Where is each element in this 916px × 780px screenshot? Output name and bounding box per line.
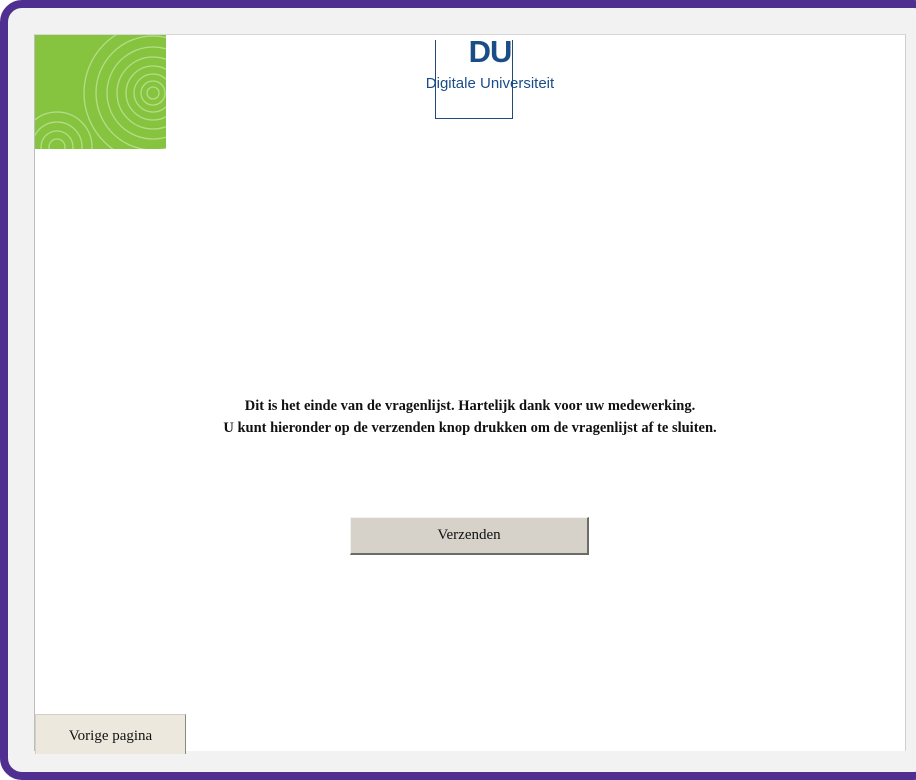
- survey-panel: DU Digitale Universiteit Dit is het eind…: [34, 34, 906, 754]
- logo-name: Digitale Universiteit: [425, 75, 555, 92]
- completion-message-line-2: U kunt hieronder op de verzenden knop dr…: [223, 420, 717, 436]
- logo-abbreviation: DU: [468, 34, 513, 69]
- previous-page-button[interactable]: Vorige pagina: [35, 714, 186, 754]
- completion-message: Dit is het einde van de vragenlijst. Har…: [35, 395, 905, 439]
- completion-message-line-1: Dit is het einde van de vragenlijst. Har…: [244, 398, 696, 414]
- du-logo: DU Digitale Universiteit: [400, 34, 580, 120]
- submit-button[interactable]: Verzenden: [350, 517, 589, 555]
- decorative-swirl-graphic: [35, 35, 166, 149]
